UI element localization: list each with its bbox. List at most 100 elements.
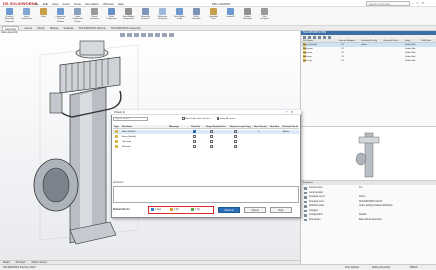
cancel-button[interactable]: Cancel	[244, 207, 266, 213]
instant3d-icon	[227, 8, 234, 15]
ribbon-button[interactable]: Mate	[37, 8, 50, 25]
checkin-file-row[interactable]: Nut inner	[113, 145, 299, 149]
bom-icon	[193, 8, 200, 15]
ribbon-button[interactable]: Take Snapshot	[258, 8, 271, 25]
command-manager-ribbon: Features Assembly Properties Insert Compo…	[0, 7, 436, 26]
close-button[interactable]: ✕	[421, 1, 424, 5]
ribbon-button[interactable]: Exploded View	[207, 8, 220, 25]
col-new-rev[interactable]: New Rev.	[270, 125, 280, 129]
col-type[interactable]: Type	[114, 125, 119, 129]
ribbon-button[interactable]: Reference Geometry	[156, 8, 169, 25]
menu-tools[interactable]: Tools	[74, 2, 81, 6]
ribbon-button-label: Exploded View	[209, 16, 218, 21]
property-icon	[304, 205, 307, 208]
col-checked-out-in[interactable]: Checked Out In	[282, 125, 298, 129]
tab-sketch[interactable]: Sketch	[37, 26, 45, 30]
ribbon-button-label: Insert Components	[20, 16, 33, 21]
menu-view[interactable]: View	[52, 2, 58, 6]
move-icon	[108, 8, 115, 15]
scene-icon[interactable]	[169, 33, 174, 37]
property-icon	[304, 187, 307, 190]
ribbon-button-label: Move Component	[106, 16, 117, 21]
ribbon-button-label: Component Preview Window	[55, 16, 66, 23]
status-defined: Fully Defined	[345, 266, 359, 269]
minimize-button[interactable]: –	[412, 1, 414, 5]
ribbon-button[interactable]: Insert Components	[20, 8, 33, 25]
ribbon-button[interactable]: Instant3D	[224, 8, 237, 25]
show-all-levels-option[interactable]: Show All Levels	[216, 117, 236, 121]
col-keep-checked-out[interactable]: Keep Checked Out	[206, 125, 225, 129]
property-icon	[304, 209, 307, 212]
show-all-levels-label: Show All Levels	[219, 118, 236, 120]
camera-icon	[261, 8, 268, 15]
pdm-state: Under Edit	[405, 60, 416, 62]
ribbon-button-label: Bill of Materials	[192, 16, 201, 21]
summary-warnings: 3 (0)	[170, 208, 179, 212]
tab-addins[interactable]: SOLIDWORKS Add-Ins	[79, 26, 106, 30]
close-icon[interactable]: ✕	[291, 110, 294, 115]
menu-window[interactable]: Window	[103, 2, 114, 6]
reset-files-option[interactable]: Reset Files after Check-In	[182, 117, 211, 121]
property-row: Description Base Mount Assembly	[301, 218, 436, 222]
property-key: Description	[309, 218, 321, 221]
dialog-title: Check In	[111, 110, 301, 115]
ribbon-button[interactable]: Show Hidden Components	[122, 8, 135, 25]
new-version: 2	[258, 131, 260, 133]
ribbon-button-label: Show Hidden Components	[122, 16, 135, 21]
show-hidden-icon	[125, 8, 132, 15]
help-button[interactable]: Help	[270, 207, 292, 213]
speedpak-icon	[244, 8, 251, 15]
dialog-column-header: Type File Name Warnings Check In Keep Ch…	[113, 125, 299, 129]
refresh-file-list[interactable]: Refresh file list	[113, 209, 129, 211]
tab-markup[interactable]: Markup	[50, 26, 59, 30]
tab-evaluate[interactable]: Evaluate	[64, 26, 74, 30]
menu-simulation[interactable]: Simulation	[85, 2, 99, 6]
properties-header: Properties	[301, 181, 436, 185]
col-check-in[interactable]: Check In	[191, 125, 200, 129]
check-in-button[interactable]: Check In	[218, 207, 240, 213]
menu-help[interactable]: Help	[118, 2, 124, 6]
ribbon-button[interactable]: Update Speedpak	[241, 8, 254, 25]
ribbon-button[interactable]: Smart Fasteners	[88, 8, 101, 25]
checkin-file-name: Mbrs-SDWK0	[122, 131, 136, 133]
col-file-name[interactable]: File Name	[122, 125, 132, 129]
pdm-file-row[interactable]: Seal ring 1/1 Under Edit	[301, 59, 436, 63]
col-remove-local-copy[interactable]: Remove Local Copy	[230, 125, 251, 129]
assembly-icon	[6, 8, 13, 15]
ribbon-button[interactable]: Bill of Materials	[190, 8, 203, 25]
appearance-icon[interactable]	[162, 33, 167, 37]
col-new-version[interactable]: New Version	[254, 125, 267, 129]
col-warnings[interactable]: Warnings	[169, 125, 179, 129]
ribbon-button[interactable]: Linear Component Pattern	[71, 8, 84, 25]
window-title: Mbrs-SDWK0	[212, 1, 231, 6]
checkin-file-row[interactable]: Clip outer	[113, 140, 299, 144]
pdm-version: 1/1	[341, 60, 345, 62]
app-logo: DS SOLIDWORKS	[3, 1, 37, 6]
menu-edit[interactable]: Edit	[43, 2, 48, 6]
ribbon-button[interactable]: Features Assembly Properties	[3, 8, 16, 25]
dialog-search-input[interactable]: Type to search	[113, 117, 148, 121]
menu-file[interactable]: File	[34, 2, 39, 6]
checked-icon	[191, 208, 194, 211]
ribbon-button[interactable]: New Motion Study	[173, 8, 186, 25]
tab-assembly[interactable]: Assembly	[2, 26, 20, 31]
tab-layout[interactable]: Layout	[24, 26, 32, 30]
tab-inspection[interactable]: SOLIDWORKS Inspection	[111, 26, 141, 30]
show-all-levels-checkbox[interactable]	[216, 117, 220, 120]
property-icon	[304, 196, 307, 199]
menu-insert[interactable]: Insert	[62, 2, 70, 6]
summary-checked-label: 1 (0)	[195, 209, 200, 211]
maximize-button[interactable]: □	[417, 1, 419, 5]
ribbon-button[interactable]: Assembly Features	[139, 8, 152, 25]
menu-bar: File Edit View Insert Tools Simulation W…	[34, 2, 124, 6]
checkin-file-row[interactable]: Base (Default)	[113, 135, 299, 139]
help-icon[interactable]: ?	[286, 110, 287, 115]
checkin-file-row[interactable]: Mbrs-SDWK0 2 Admin	[113, 130, 299, 134]
ribbon-button-label: Mate	[41, 16, 46, 18]
property-value: Base Mount Assembly	[359, 218, 382, 221]
comment-textarea[interactable]	[113, 186, 299, 203]
status-units[interactable]: MMGS	[410, 265, 417, 270]
ribbon-button[interactable]: Component Preview Window	[54, 8, 67, 25]
ribbon-button[interactable]: Move Component	[105, 8, 118, 25]
search-commands-input[interactable]: Search Commands	[366, 1, 410, 6]
